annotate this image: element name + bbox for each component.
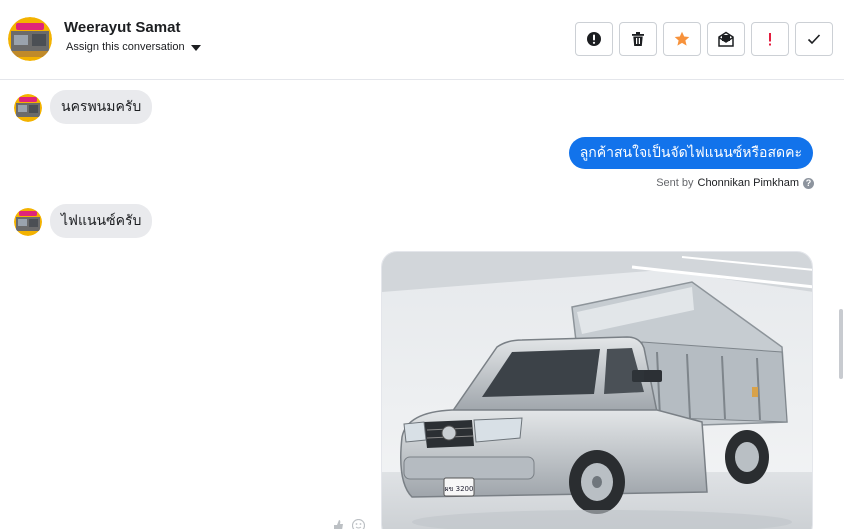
incoming-message[interactable]: ไฟแนนซ์ครับ xyxy=(50,204,153,238)
scrollbar[interactable] xyxy=(837,81,844,529)
message-thread[interactable]: นครพนมครับ ลูกค้าสนใจเป็นจัดไฟแนนซ์หรือส… xyxy=(0,81,844,529)
assign-conversation-dropdown[interactable]: Assign this conversation xyxy=(66,41,201,53)
outgoing-message[interactable]: ลูกค้าสนใจเป็นจัดไฟแนนซ์หรือสดคะ xyxy=(568,137,813,169)
scrollbar-thumb[interactable] xyxy=(839,309,843,379)
envelope-icon xyxy=(718,31,734,47)
sent-by-prefix: Sent by xyxy=(656,177,694,189)
contact-avatar-small[interactable] xyxy=(14,94,42,122)
assign-label: Assign this conversation xyxy=(66,41,185,53)
message-action-icons xyxy=(332,519,365,529)
smiley-icon[interactable] xyxy=(352,519,365,529)
mark-spam-button[interactable] xyxy=(575,22,613,56)
contact-name[interactable]: Weerayut Samat xyxy=(64,19,180,36)
alert-circle-icon xyxy=(587,32,601,46)
reaction-icon[interactable] xyxy=(332,519,344,529)
delete-button[interactable] xyxy=(619,22,657,56)
check-icon xyxy=(807,34,821,45)
truck-photo[interactable]: ผข 3200 xyxy=(381,251,813,529)
contact-avatar-small[interactable] xyxy=(14,208,42,236)
sent-by-agent[interactable]: Chonnikan Pimkham xyxy=(698,177,800,189)
conversation-actions xyxy=(575,22,833,56)
star-icon xyxy=(674,31,690,46)
mark-unread-button[interactable] xyxy=(707,22,745,56)
license-plate-text: ผข 3200 xyxy=(445,485,474,493)
trash-icon xyxy=(632,32,644,46)
contact-avatar[interactable] xyxy=(8,17,52,61)
exclamation-icon xyxy=(769,33,771,46)
incoming-message[interactable]: นครพนมครับ xyxy=(50,90,153,124)
sent-by-info: Sent by Chonnikan Pimkham ? xyxy=(656,177,814,189)
star-button[interactable] xyxy=(663,22,701,56)
caret-down-icon xyxy=(190,44,201,51)
conversation-header: Weerayut Samat Assign this conversation xyxy=(0,0,844,80)
done-button[interactable] xyxy=(795,22,833,56)
help-icon[interactable]: ? xyxy=(803,177,814,189)
follow-up-button[interactable] xyxy=(751,22,789,56)
